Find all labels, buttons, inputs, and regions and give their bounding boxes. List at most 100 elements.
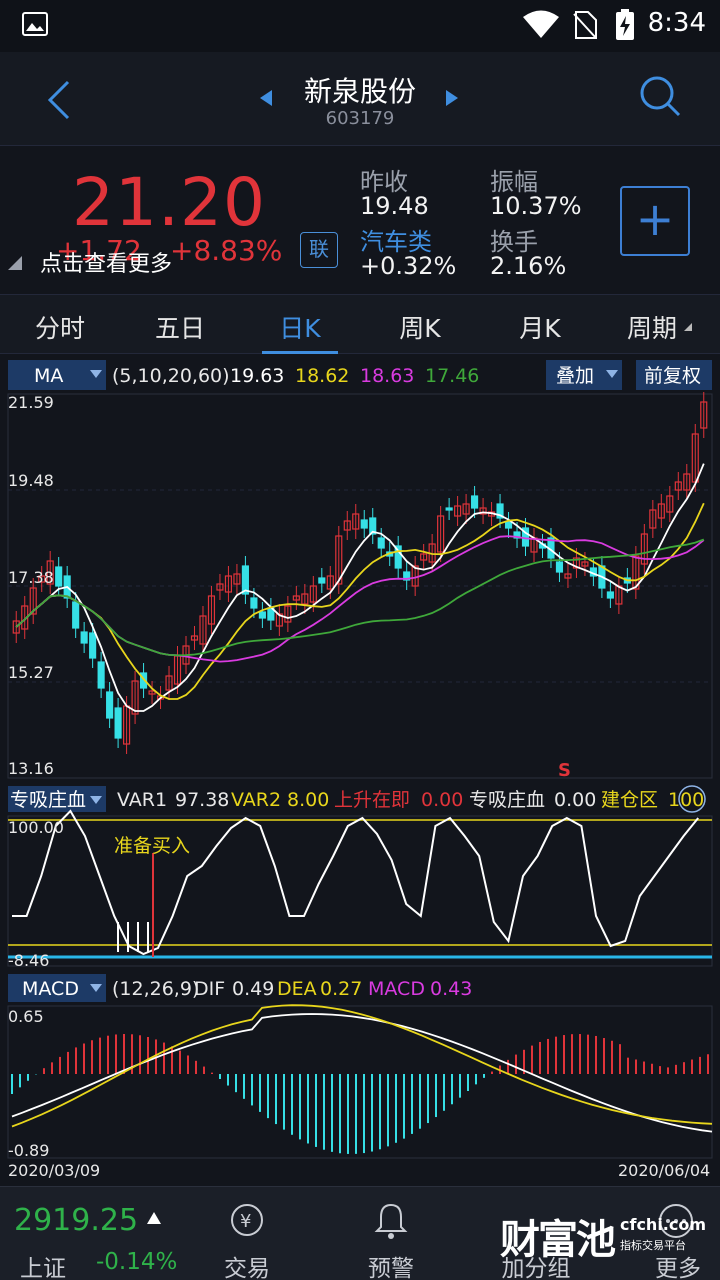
indicator-tick-top: 100.00 [8,818,64,837]
candle-body [471,495,479,509]
macd-params: (12,26,9) [112,978,199,1000]
macd-selector-label[interactable]: MACD [22,978,79,1000]
macd-tick-bottom: -0.89 [8,1141,49,1160]
watermark-sub: 指标交易平台 [620,1239,686,1252]
related-button[interactable]: 联 [300,232,338,268]
var2-value: 8.00 [287,789,329,811]
no-sim-icon [573,11,597,39]
nav-trade[interactable]: 交易 [197,1249,297,1280]
candle-body [504,521,513,529]
adjust-label[interactable]: 前复权 [644,365,701,387]
expand-corner-icon [8,256,22,270]
clock: 8:34 [647,8,706,38]
ma-info-bar: MA (5,10,20,60) 19.63 18.62 18.63 17.46 … [8,360,712,390]
build-label: 建仓区 [601,789,658,811]
ma10-value: 18.62 [295,365,349,387]
candle-body [250,597,258,609]
var1-value: 97.38 [175,789,229,811]
nav-alert[interactable]: 预警 [341,1249,441,1280]
next-stock-icon[interactable] [444,88,460,108]
sell-marker: S [558,760,571,781]
watermark-logo: 财富池 [500,1217,616,1263]
macd-tick-top: 0.65 [8,1007,44,1026]
y-tick-3: 17.38 [8,568,54,587]
indicator-tick-bottom: -8.46 [8,951,49,970]
buy-annotation: 准备买入 [114,835,190,857]
y-tick-5: 13.16 [8,759,54,778]
battery-charging-icon [616,9,634,40]
add-watchlist-button[interactable]: + [620,186,690,256]
price-change-pct: +8.83% [170,234,283,267]
trade-icon[interactable]: ¥ [228,1201,266,1239]
status-bar: 8:34 [0,0,720,52]
candle-body [114,707,122,739]
candle-body [72,601,80,629]
turnover-value: 2.16% [490,252,567,280]
y-tick-4: 15.27 [8,663,54,682]
macd-info-bar: MACD (12,26,9) DIF 0.49 DEA 0.27 MACD 0.… [8,974,472,1002]
candle-body [55,566,63,587]
alert-bell-icon[interactable] [373,1201,409,1241]
amplitude-value: 10.37% [490,192,582,220]
candle-body [89,632,97,659]
index-name: 上证 [20,1256,66,1280]
macd-label: MACD [368,978,425,1000]
header: 新泉股份 603179 [0,52,720,146]
zxzx-value: 0.00 [554,789,596,811]
period-tabs: 分时 五日 日K 周K 月K 周期 [0,294,720,354]
index-up-icon [147,1212,161,1224]
prev-close-value: 19.48 [360,192,429,220]
dea-label: DEA [277,978,317,1000]
stock-name: 新泉股份 [303,75,416,108]
candle-body [258,611,266,619]
active-tab-indicator [262,351,338,354]
tab-daily-k[interactable]: 日K [240,309,360,345]
wifi-icon [523,10,559,38]
stock-code: 603179 [325,108,395,129]
chart-area[interactable]: MA (5,10,20,60) 19.63 18.62 18.63 17.46 … [0,356,720,1186]
var2-label: VAR2 [231,789,281,811]
overlay-label[interactable]: 叠加 [556,365,594,387]
ma20-value: 18.63 [360,365,414,387]
date-start: 2020/03/09 [8,1161,100,1180]
candle-body [97,661,105,689]
dif-value: 0.49 [232,978,274,1000]
ma-selector-label[interactable]: MA [34,365,63,387]
var1-label: VAR1 [117,789,167,811]
quote-panel[interactable]: 21.20 +1.72 +8.83% 点击查看更多 联 昨收 19.48 汽车类… [0,146,720,294]
tab-period[interactable]: 周期 [592,309,712,345]
zxzx-label: 专吸庄血 [469,789,545,811]
ma-params: (5,10,20,60) [112,365,230,387]
candle-body [106,691,114,719]
watermark-url: cfchi.com [620,1215,707,1234]
date-end: 2020/06/04 [618,1161,710,1180]
rise-value: 0.00 [421,789,463,811]
tab-weekly-k[interactable]: 周K [360,309,480,345]
tab-monthly-k[interactable]: 月K [480,309,600,345]
index-change: -0.14% [96,1249,178,1275]
candle-body [360,519,368,529]
candle-body [377,537,385,549]
nav-more[interactable]: 更多 [628,1249,720,1280]
sector-change: +0.32% [360,252,457,280]
current-price: 21.20 [72,164,266,241]
indicator-selector-label[interactable]: 专吸庄血 [10,789,86,811]
macd-value: 0.43 [430,978,472,1000]
y-tick-2: 19.48 [8,471,54,490]
index-value[interactable]: 2919.25 [14,1203,138,1238]
dif-label: DIF [194,978,225,1000]
bottom-nav: 2919.25 上证 -0.14% ¥ 交易 预警 加分组 更多 财富池 cfc… [0,1186,720,1280]
tab-five-day[interactable]: 五日 [120,309,240,345]
ma5-value: 19.63 [230,365,284,387]
svg-text:¥: ¥ [240,1211,251,1232]
period-dropdown-icon [684,323,692,331]
tab-intraday[interactable]: 分时 [0,309,120,345]
candle-body [318,577,326,584]
candle-body [555,561,564,573]
dea-value: 0.27 [320,978,362,1000]
y-tick-1: 21.59 [8,393,54,412]
candle-body [445,507,453,511]
more-hint[interactable]: 点击查看更多 [40,246,172,278]
search-icon[interactable] [638,74,682,118]
gallery-icon [22,12,48,36]
